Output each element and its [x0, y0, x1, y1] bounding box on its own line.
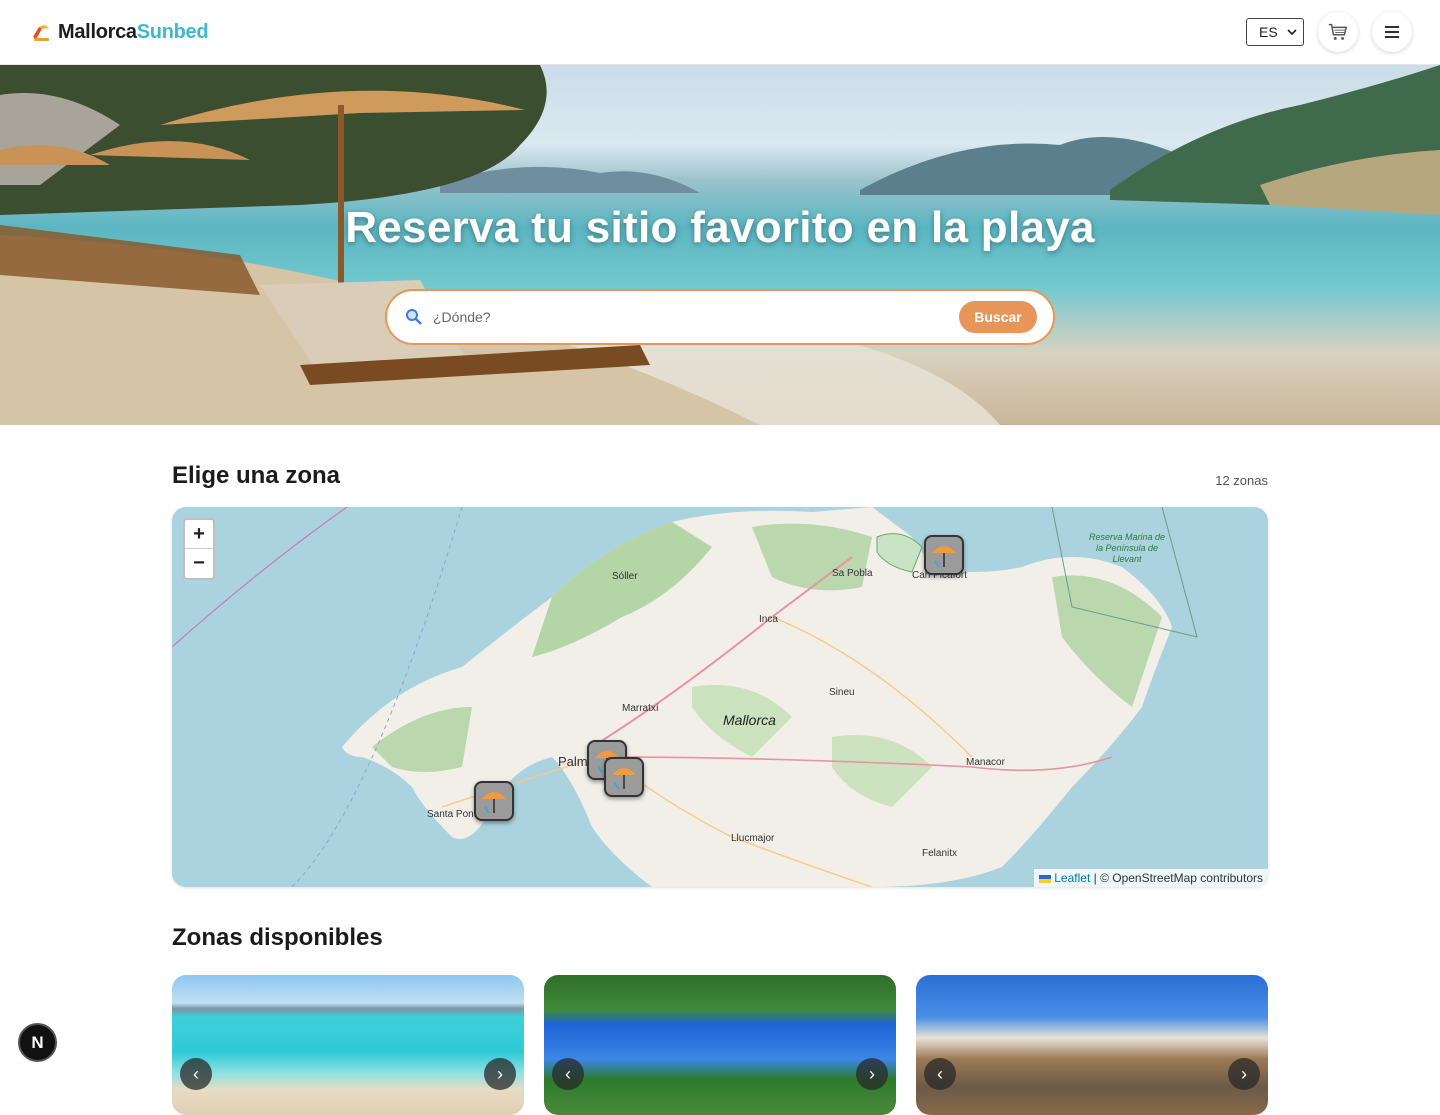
map-label-felanitx: Felanitx [922, 848, 957, 859]
brand-logo[interactable]: Mallorca Sunbed [30, 20, 209, 44]
map-label-reserva-marina: Reserva Marina de la Península de Llevan… [1088, 532, 1166, 564]
zone-card[interactable]: ‹ › [544, 975, 896, 1115]
brand-name-mallorca: Mallorca [58, 20, 137, 43]
chevron-left-icon: ‹ [193, 1063, 199, 1084]
zoom-in-button[interactable]: + [185, 520, 213, 549]
map-label-mallorca: Mallorca [723, 712, 776, 728]
zones-count: 12 zonas [1215, 473, 1268, 488]
carousel-next-button[interactable]: › [1228, 1058, 1260, 1090]
search-input[interactable]: ¿Dónde? [433, 309, 959, 325]
zones-map[interactable]: Sóller Sa Pobla Can Picafort Inca Sineu … [172, 507, 1268, 887]
chevron-left-icon: ‹ [937, 1063, 943, 1084]
map-label-sineu: Sineu [829, 687, 855, 698]
menu-icon [1385, 26, 1399, 38]
chevron-right-icon: › [497, 1063, 503, 1084]
cart-icon [1328, 23, 1348, 40]
zoom-out-button[interactable]: − [185, 549, 213, 578]
map-label-soller: Sóller [612, 571, 638, 582]
map-tiles: Sóller Sa Pobla Can Picafort Inca Sineu … [172, 507, 1198, 887]
carousel-next-button[interactable]: › [484, 1058, 516, 1090]
umbrella-icon [932, 546, 956, 568]
logo-icon [33, 25, 49, 41]
map-marker-santa-ponsa[interactable] [474, 781, 514, 821]
cart-button[interactable] [1318, 12, 1358, 52]
search-bar[interactable]: ¿Dónde? Buscar [385, 289, 1055, 345]
top-navbar: Mallorca Sunbed ES [0, 0, 1440, 65]
zones-section-title: Elige una zona [172, 462, 341, 489]
carousel-prev-button[interactable]: ‹ [552, 1058, 584, 1090]
map-attribution: Leaflet | © OpenStreetMap contributors [1033, 869, 1268, 887]
map-label-sa-pobla: Sa Pobla [832, 568, 873, 579]
umbrella-icon [612, 768, 636, 790]
zone-card[interactable]: ‹ › [916, 975, 1268, 1115]
map-marker-can-picafort[interactable] [924, 535, 964, 575]
osm-attribution: | © OpenStreetMap contributors [1090, 871, 1263, 885]
hero-title: Reserva tu sitio favorito en la playa [345, 203, 1095, 252]
language-value: ES [1259, 24, 1278, 40]
leaflet-link[interactable]: Leaflet [1054, 871, 1090, 885]
chevron-down-icon [1287, 29, 1297, 36]
map-marker-palma-2[interactable] [604, 757, 644, 797]
flag-icon [1038, 874, 1051, 883]
chevron-right-icon: › [1241, 1063, 1247, 1084]
map-label-llucmajor: Llucmajor [731, 833, 775, 844]
hero-banner: Reserva tu sitio favorito en la playa ¿D… [0, 65, 1440, 425]
map-label-manacor: Manacor [966, 757, 1006, 768]
map-zoom-control: + − [183, 518, 215, 580]
zone-cards: ‹ › ‹ › ‹ › [172, 975, 1268, 1115]
menu-button[interactable] [1372, 12, 1412, 52]
available-zones-title: Zonas disponibles [172, 924, 383, 951]
language-select[interactable]: ES [1246, 18, 1304, 46]
search-icon [406, 309, 422, 325]
carousel-prev-button[interactable]: ‹ [924, 1058, 956, 1090]
map-label-marratxi: Marratxí [622, 703, 659, 714]
brand-name-sunbed: Sunbed [136, 20, 209, 43]
chevron-left-icon: ‹ [565, 1063, 571, 1084]
map-label-inca: Inca [759, 614, 778, 625]
umbrella-icon [482, 792, 506, 814]
zone-card[interactable]: ‹ › [172, 975, 524, 1115]
chevron-right-icon: › [869, 1063, 875, 1084]
carousel-next-button[interactable]: › [856, 1058, 888, 1090]
n-logo-icon: N [31, 1032, 44, 1052]
dev-tools-badge[interactable]: N [18, 1023, 57, 1062]
search-button[interactable]: Buscar [959, 301, 1037, 333]
carousel-prev-button[interactable]: ‹ [180, 1058, 212, 1090]
